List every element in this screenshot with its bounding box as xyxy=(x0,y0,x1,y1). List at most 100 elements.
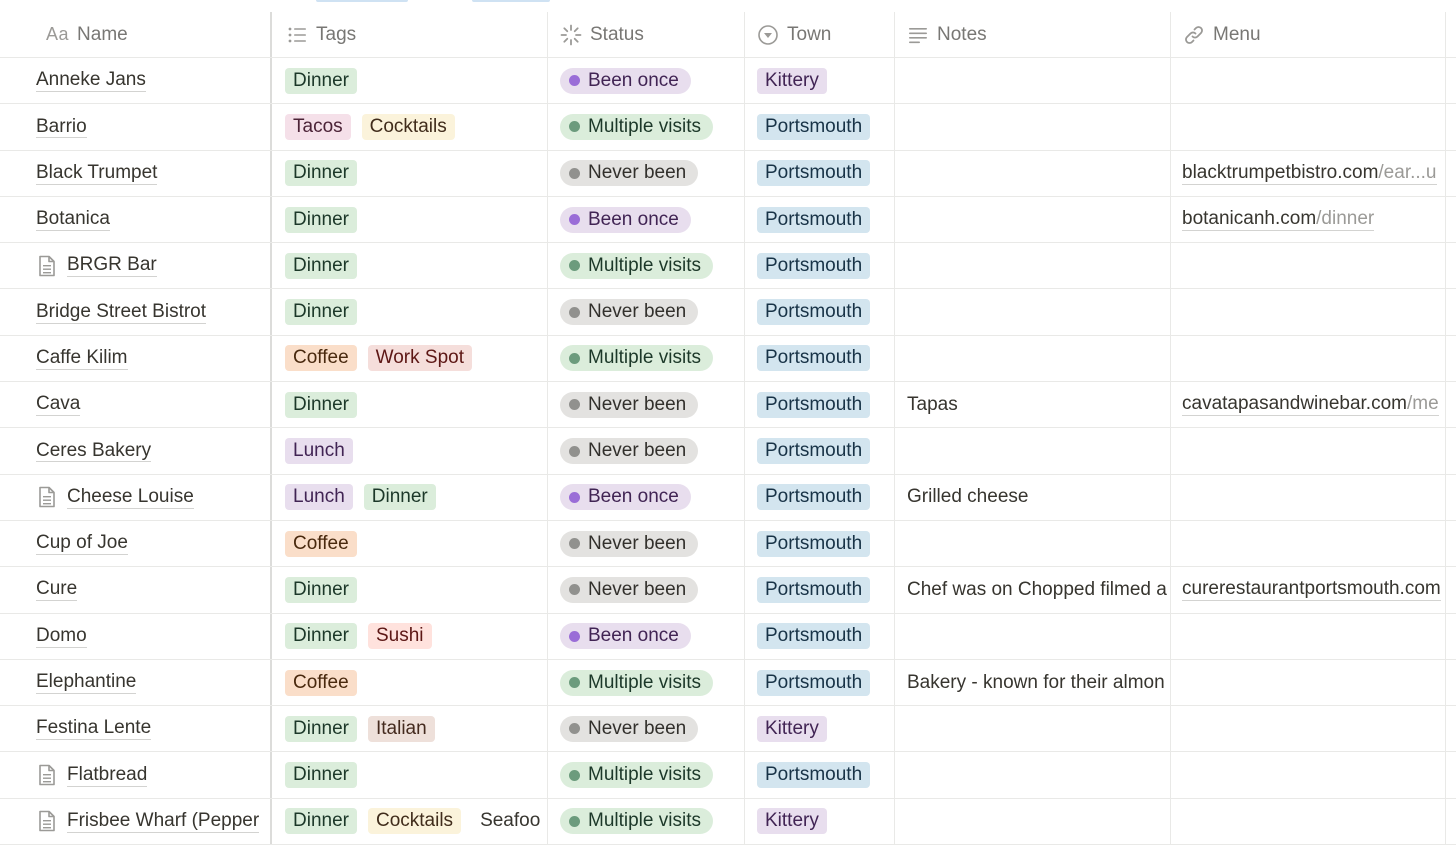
town-cell[interactable]: Portsmouth xyxy=(745,428,895,474)
notes-cell[interactable]: Chef was on Chopped filmed a xyxy=(895,567,1171,613)
name-cell[interactable]: Elephantine xyxy=(0,659,272,706)
menu-link[interactable]: botanicanh.com/dinner xyxy=(1182,208,1375,231)
name-cell[interactable]: Botanica xyxy=(0,196,272,243)
tags-cell[interactable]: Dinner xyxy=(272,752,548,798)
menu-cell[interactable] xyxy=(1171,104,1446,150)
tags-cell[interactable]: Dinner xyxy=(272,196,548,243)
menu-link[interactable]: curerestaurantportsmouth.com xyxy=(1182,578,1441,602)
name-cell[interactable]: BRGR Bar xyxy=(0,243,272,289)
status-cell[interactable]: Never been xyxy=(548,289,745,335)
tags-cell[interactable]: Dinner xyxy=(272,243,548,289)
status-cell[interactable]: Never been xyxy=(548,150,745,196)
notes-cell[interactable] xyxy=(895,428,1171,474)
name-cell[interactable]: Ceres Bakery xyxy=(0,428,272,474)
column-header-status[interactable]: Status xyxy=(548,12,745,57)
name-cell[interactable]: Frisbee Wharf (Pepper xyxy=(0,798,272,845)
notes-cell[interactable]: Tapas xyxy=(895,382,1171,428)
notes-cell[interactable] xyxy=(895,243,1171,289)
table-row[interactable]: Bridge Street Bistrot Dinner Never been Por… xyxy=(0,289,1456,336)
town-cell[interactable]: Kittery xyxy=(745,706,895,752)
row-name[interactable]: Domo xyxy=(36,625,87,648)
tags-cell[interactable]: Coffee Work Spot xyxy=(272,335,548,382)
status-cell[interactable]: Multiple visits xyxy=(548,752,745,798)
menu-cell[interactable] xyxy=(1171,243,1446,289)
tags-cell[interactable]: Dinner xyxy=(272,382,548,428)
town-cell[interactable]: Portsmouth xyxy=(745,659,895,706)
town-cell[interactable]: Portsmouth xyxy=(745,752,895,798)
column-header-tags[interactable]: Tags xyxy=(272,12,548,57)
notes-cell[interactable]: Grilled cheese xyxy=(895,474,1171,520)
town-cell[interactable]: Portsmouth xyxy=(745,243,895,289)
column-header-name[interactable]: Aa Name xyxy=(0,12,272,57)
status-cell[interactable]: Never been xyxy=(548,567,745,613)
menu-cell[interactable] xyxy=(1171,428,1446,474)
row-name[interactable]: Anneke Jans xyxy=(36,69,146,93)
notes-cell[interactable] xyxy=(895,104,1171,150)
status-cell[interactable]: Multiple visits xyxy=(548,243,745,289)
town-cell[interactable]: Portsmouth xyxy=(745,335,895,382)
notes-cell[interactable] xyxy=(895,150,1171,196)
table-row[interactable]: BRGR Bar Dinner Multiple visits Portsmouth xyxy=(0,243,1456,290)
row-name[interactable]: Festina Lente xyxy=(36,717,152,741)
tags-cell[interactable]: Lunch Dinner xyxy=(272,474,548,520)
menu-link[interactable]: cavatapasandwinebar.com/me xyxy=(1182,393,1439,417)
menu-cell[interactable] xyxy=(1171,289,1446,335)
status-cell[interactable]: Been once xyxy=(548,613,745,659)
tags-cell[interactable]: Dinner xyxy=(272,289,548,335)
town-cell[interactable]: Portsmouth xyxy=(745,104,895,150)
row-name[interactable]: Elephantine xyxy=(36,671,137,694)
town-cell[interactable]: Kittery xyxy=(745,58,895,104)
tags-cell[interactable]: Dinner Italian xyxy=(272,706,548,752)
menu-cell[interactable] xyxy=(1171,58,1446,104)
town-cell[interactable]: Portsmouth xyxy=(745,567,895,613)
row-name[interactable]: BRGR Bar xyxy=(67,254,157,278)
name-cell[interactable]: Black Trumpet xyxy=(0,150,272,196)
column-header-menu[interactable]: Menu xyxy=(1171,12,1446,57)
notes-cell[interactable] xyxy=(895,706,1171,752)
notes-cell[interactable] xyxy=(895,520,1171,567)
table-row[interactable]: Barrio Tacos Cocktails Multiple visits Ports… xyxy=(0,104,1456,151)
menu-cell[interactable] xyxy=(1171,520,1446,567)
column-header-notes[interactable]: Notes xyxy=(895,12,1171,57)
status-cell[interactable]: Never been xyxy=(548,428,745,474)
table-row[interactable]: Flatbread Dinner Multiple visits Portsmouth xyxy=(0,752,1456,799)
row-name[interactable]: Cava xyxy=(36,393,81,417)
column-header-town[interactable]: Town xyxy=(745,12,895,57)
notes-cell[interactable] xyxy=(895,752,1171,798)
row-name[interactable]: Cup of Joe xyxy=(36,532,128,556)
menu-cell[interactable] xyxy=(1171,474,1446,520)
status-cell[interactable]: Been once xyxy=(548,474,745,520)
table-row[interactable]: Cheese Louise Lunch Dinner Been once Portsmo… xyxy=(0,474,1456,521)
town-cell[interactable]: Portsmouth xyxy=(745,520,895,567)
menu-cell[interactable]: cavatapasandwinebar.com/me xyxy=(1171,382,1446,428)
table-row[interactable]: Cup of Joe Coffee Never been Portsmouth xyxy=(0,520,1456,568)
name-cell[interactable]: Festina Lente xyxy=(0,706,272,752)
tags-cell[interactable]: Dinner xyxy=(272,150,548,196)
menu-cell[interactable]: blacktrumpetbistro.com/ear...u xyxy=(1171,150,1446,196)
tags-cell[interactable]: Tacos Cocktails xyxy=(272,104,548,150)
table-row[interactable]: Cava Dinner Never been Portsmouth Tapas cavat… xyxy=(0,382,1456,429)
table-row[interactable]: Caffe Kilim Coffee Work Spot Multiple visit… xyxy=(0,335,1456,383)
table-row[interactable]: Botanica Dinner Been once Portsmouth botanic… xyxy=(0,196,1456,244)
name-cell[interactable]: Barrio xyxy=(0,104,272,150)
status-cell[interactable]: Never been xyxy=(548,520,745,567)
row-name[interactable]: Caffe Kilim xyxy=(36,347,128,370)
tags-cell[interactable]: Dinner Sushi xyxy=(272,613,548,659)
tags-cell[interactable]: Coffee xyxy=(272,659,548,706)
table-row[interactable]: Black Trumpet Dinner Never been Portsmouth b… xyxy=(0,150,1456,197)
row-name[interactable]: Cheese Louise xyxy=(67,486,194,509)
status-cell[interactable]: Never been xyxy=(548,382,745,428)
name-cell[interactable]: Cheese Louise xyxy=(0,474,272,520)
notes-cell[interactable] xyxy=(895,58,1171,104)
status-cell[interactable]: Multiple visits xyxy=(548,659,745,706)
menu-cell[interactable] xyxy=(1171,335,1446,382)
notes-cell[interactable] xyxy=(895,798,1171,845)
table-row[interactable]: Ceres Bakery Lunch Never been Portsmouth xyxy=(0,428,1456,475)
row-name[interactable]: Cure xyxy=(36,578,78,602)
name-cell[interactable]: Flatbread xyxy=(0,752,272,798)
menu-cell[interactable] xyxy=(1171,659,1446,706)
town-cell[interactable]: Portsmouth xyxy=(745,382,895,428)
menu-cell[interactable] xyxy=(1171,706,1446,752)
tags-cell[interactable]: Dinner xyxy=(272,58,548,104)
scroll-indicator-left[interactable] xyxy=(316,0,408,2)
